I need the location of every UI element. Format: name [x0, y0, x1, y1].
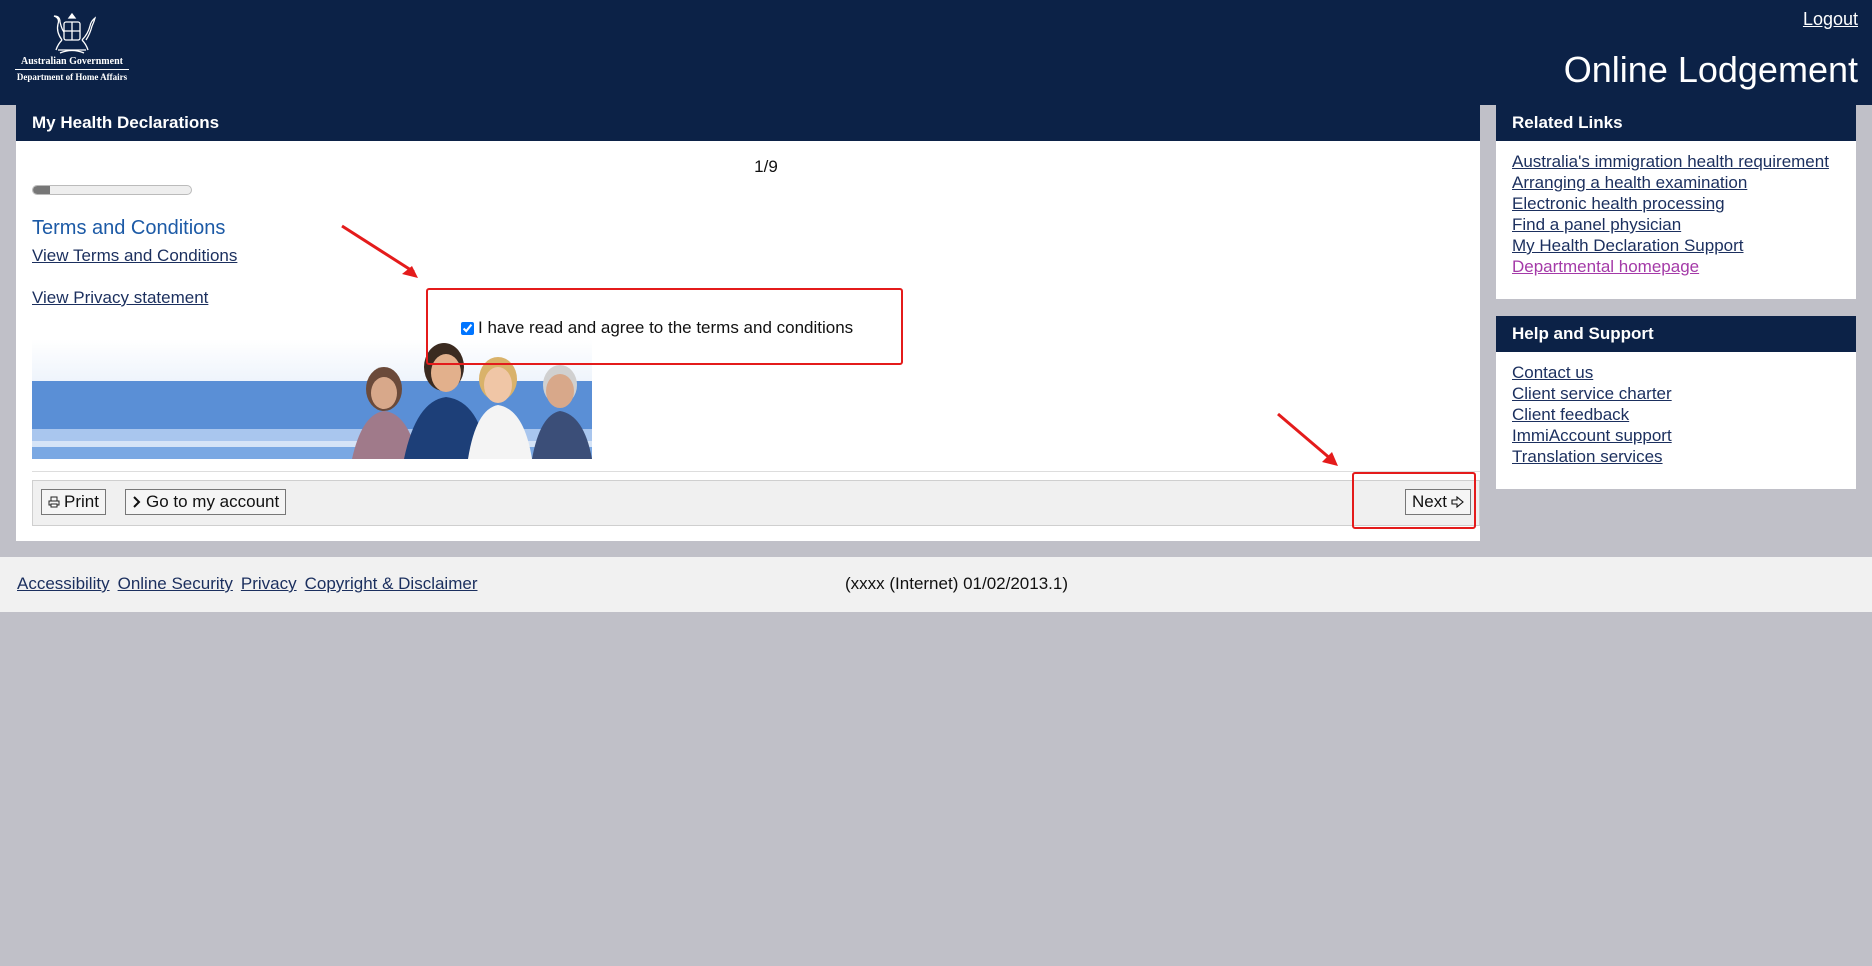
list-item: My Health Declaration Support	[1512, 235, 1840, 256]
divider	[32, 471, 1480, 472]
go-to-account-button[interactable]: Go to my account	[125, 489, 287, 515]
site-header: Australian Government Department of Home…	[0, 0, 1872, 105]
government-logo: Australian Government Department of Home…	[11, 10, 133, 86]
footer-link-accessibility[interactable]: Accessibility	[17, 574, 110, 594]
crest-divider	[15, 69, 129, 70]
list-item: Australia's immigration health requireme…	[1512, 151, 1840, 172]
logout-link[interactable]: Logout	[1803, 9, 1858, 30]
annotation-arrow-2	[1277, 412, 1338, 466]
crest-line-1: Australian Government	[21, 56, 123, 67]
related-link-health-requirement[interactable]: Australia's immigration health requireme…	[1512, 152, 1829, 171]
progress-fill	[33, 186, 51, 194]
panel-heading: My Health Declarations	[16, 105, 1480, 141]
annotation-box-agree	[426, 288, 903, 365]
help-support-list: Contact us Client service charter Client…	[1496, 352, 1856, 477]
help-support-panel: Help and Support Contact us Client servi…	[1496, 316, 1856, 489]
related-link-electronic-processing[interactable]: Electronic health processing	[1512, 194, 1725, 213]
list-item: Client feedback	[1512, 404, 1840, 425]
printer-icon	[48, 496, 60, 508]
list-item: Electronic health processing	[1512, 193, 1840, 214]
section-title: Terms and Conditions	[32, 217, 226, 239]
app-title: Online Lodgement	[1563, 49, 1858, 90]
list-item: Client service charter	[1512, 383, 1840, 404]
chevron-right-icon	[133, 496, 141, 508]
related-links-list: Australia's immigration health requireme…	[1496, 141, 1856, 287]
view-privacy-link[interactable]: View Privacy statement	[32, 288, 208, 308]
footer-link-privacy[interactable]: Privacy	[241, 574, 297, 594]
list-item: Arranging a health examination	[1512, 172, 1840, 193]
related-link-panel-physician[interactable]: Find a panel physician	[1512, 215, 1681, 234]
list-item: Translation services	[1512, 446, 1840, 467]
list-item: ImmiAccount support	[1512, 425, 1840, 446]
site-footer: Accessibility Online Security Privacy Co…	[0, 557, 1872, 612]
print-button[interactable]: Print	[41, 489, 106, 515]
footer-link-copyright[interactable]: Copyright & Disclaimer	[305, 574, 478, 594]
go-to-account-label: Go to my account	[146, 492, 280, 511]
progress-bar	[32, 185, 192, 195]
version-text: (xxxx (Internet) 01/02/2013.1)	[845, 574, 1069, 593]
button-bar: Print Go to my account Next	[32, 480, 1480, 526]
help-link-contact-us[interactable]: Contact us	[1512, 363, 1593, 382]
step-indicator: 1/9	[754, 157, 778, 176]
help-link-service-charter[interactable]: Client service charter	[1512, 384, 1672, 403]
help-link-translation-services[interactable]: Translation services	[1512, 447, 1663, 466]
related-links-panel: Related Links Australia's immigration he…	[1496, 105, 1856, 299]
related-link-health-examination[interactable]: Arranging a health examination	[1512, 173, 1747, 192]
help-link-immiaccount-support[interactable]: ImmiAccount support	[1512, 426, 1672, 445]
help-link-client-feedback[interactable]: Client feedback	[1512, 405, 1629, 424]
related-links-heading: Related Links	[1496, 105, 1856, 141]
list-item: Find a panel physician	[1512, 214, 1840, 235]
coat-of-arms-icon	[53, 12, 97, 54]
view-terms-link[interactable]: View Terms and Conditions	[32, 246, 237, 266]
help-support-heading: Help and Support	[1496, 316, 1856, 352]
list-item: Contact us	[1512, 362, 1840, 383]
footer-link-online-security[interactable]: Online Security	[118, 574, 233, 594]
annotation-box-next	[1352, 472, 1476, 529]
related-link-departmental-homepage[interactable]: Departmental homepage	[1512, 257, 1699, 276]
related-link-declaration-support[interactable]: My Health Declaration Support	[1512, 236, 1744, 255]
print-label: Print	[64, 492, 99, 511]
list-item: Departmental homepage	[1512, 256, 1840, 277]
crest-line-2: Department of Home Affairs	[16, 72, 128, 82]
annotation-arrow-1	[341, 224, 418, 278]
footer-links: Accessibility Online Security Privacy Co…	[17, 574, 478, 594]
